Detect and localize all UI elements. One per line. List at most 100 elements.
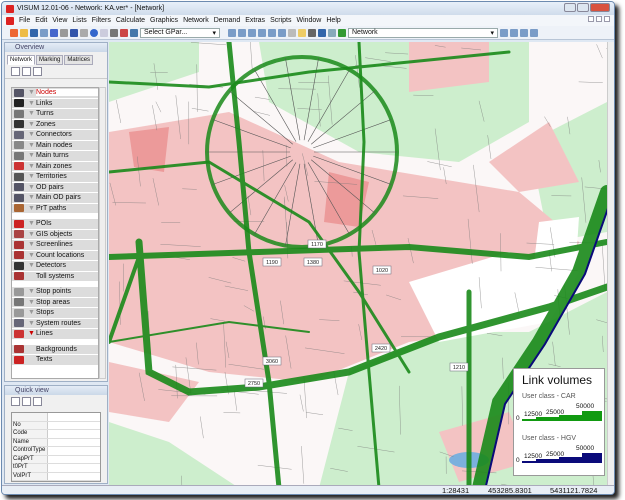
filter-icon[interactable]: ▼ — [28, 163, 36, 170]
link-volume-label[interactable]: 1190 — [262, 257, 282, 267]
list-item-texts[interactable]: Texts — [12, 355, 98, 366]
filter-icon[interactable]: ▼ — [28, 231, 36, 238]
layer-icon[interactable] — [328, 28, 336, 37]
list-item-stop-areas[interactable]: ▼ Stop areas — [12, 297, 98, 308]
list-item-count-locations[interactable]: ▼ Count locations — [12, 250, 98, 261]
filter-icon[interactable]: ▼ — [28, 121, 36, 128]
link-volume-label[interactable]: 1210 — [449, 362, 469, 372]
filter-icon[interactable]: ▼ — [28, 194, 36, 201]
link-volume-label[interactable]: 3060 — [262, 356, 282, 366]
list-item-toll-systems[interactable]: Toll systems — [12, 271, 98, 282]
tab-matrices[interactable]: Matrices — [64, 55, 94, 65]
menu-help[interactable]: Help — [326, 17, 340, 24]
window-cascade-icon[interactable] — [530, 28, 538, 37]
list-item-turns[interactable]: ▼ Turns — [12, 109, 98, 120]
list-item-main-od-pairs[interactable]: ▼ Main OD pairs — [12, 193, 98, 204]
select-icon[interactable] — [11, 67, 20, 76]
link-volume-label[interactable]: 1020 — [372, 265, 392, 275]
mdi-close-button[interactable] — [604, 16, 610, 22]
window-horizontal-icon[interactable] — [510, 28, 518, 37]
menu-demand[interactable]: Demand — [214, 17, 240, 24]
list-item-main-turns[interactable]: ▼ Main turns — [12, 151, 98, 162]
filter-icon[interactable]: ▼ — [28, 241, 36, 248]
filter-icon[interactable]: ▼ — [28, 173, 36, 180]
close-button[interactable] — [590, 3, 610, 12]
tab-marking[interactable]: Marking — [36, 55, 64, 65]
filter-icon[interactable]: ▼ — [28, 142, 36, 149]
menu-network[interactable]: Network — [183, 17, 209, 24]
link-volume-label[interactable]: 1380 — [303, 257, 323, 267]
window-tile-icon[interactable] — [500, 28, 508, 37]
filter-icon[interactable]: ▼ — [28, 320, 36, 327]
link-volume-label[interactable]: 1170 — [307, 239, 327, 249]
list-item-main-zones[interactable]: ▼ Main zones — [12, 161, 98, 172]
list-item-system-routes[interactable]: ▼ System routes — [12, 318, 98, 329]
save-icon[interactable] — [30, 28, 38, 37]
list-item-pois[interactable]: ▼ POIs — [12, 219, 98, 230]
list-item-gis-objects[interactable]: ▼ GIS objects — [12, 229, 98, 240]
list-item-main-nodes[interactable]: ▼ Main nodes — [12, 140, 98, 151]
quick-view-select-icon[interactable] — [11, 397, 20, 406]
list-item-links[interactable]: ▼ Links — [12, 98, 98, 109]
list-item-od-pairs[interactable]: ▼ OD pairs — [12, 182, 98, 193]
list-item-stop-points[interactable]: ▼ Stop points — [12, 287, 98, 298]
menu-calculate[interactable]: Calculate — [116, 17, 145, 24]
filter-icon[interactable]: ▼ — [28, 299, 36, 306]
list-icon[interactable] — [100, 28, 108, 37]
link-volume-label[interactable]: 2750 — [244, 378, 264, 388]
filter-icon[interactable]: ▼ — [28, 309, 36, 316]
link-volume-label[interactable]: 2420 — [371, 343, 391, 353]
list-item-connectors[interactable]: ▼ Connectors — [12, 130, 98, 141]
filter-icon[interactable]: ▼ — [28, 100, 36, 107]
minimize-button[interactable] — [564, 3, 576, 12]
zoom-in-icon[interactable] — [228, 28, 236, 37]
graphic-params-select[interactable]: Select GPar... ▾ — [140, 27, 220, 38]
menu-file[interactable]: File — [19, 17, 30, 24]
menu-graphics[interactable]: Graphics — [150, 17, 178, 24]
menu-view[interactable]: View — [52, 17, 67, 24]
spatial-select-icon[interactable] — [33, 67, 42, 76]
pan-left-icon[interactable] — [248, 28, 256, 37]
find-icon[interactable] — [70, 28, 78, 37]
mdi-restore-button[interactable] — [596, 16, 602, 22]
copy-icon[interactable] — [22, 397, 31, 406]
edit-icon[interactable] — [298, 28, 306, 37]
window-vertical-icon[interactable] — [520, 28, 528, 37]
filter-icon[interactable]: ▼ — [28, 89, 36, 96]
graphic-params-icon[interactable] — [130, 28, 138, 37]
paste-icon[interactable] — [33, 397, 42, 406]
layer-select[interactable]: Network ▾ — [348, 27, 498, 38]
list-item-detectors[interactable]: ▼ Detectors — [12, 261, 98, 272]
save-as-icon[interactable] — [40, 28, 48, 37]
filter-icon[interactable]: ▼ — [28, 288, 36, 295]
filter-icon[interactable]: ▼ — [28, 110, 36, 117]
list-item-territories[interactable]: ▼ Territories — [12, 172, 98, 183]
list-item-nodes[interactable]: ▼ Nodes — [12, 88, 98, 99]
filter-icon[interactable]: ▼ — [28, 220, 36, 227]
filter-icon[interactable]: ▼ — [28, 262, 36, 269]
download-icon[interactable] — [318, 28, 326, 37]
undo-icon[interactable] — [50, 28, 58, 37]
filter-icon[interactable]: ▼ — [28, 152, 36, 159]
zoom-extent-icon[interactable] — [278, 28, 286, 37]
tab-network[interactable]: Network — [7, 55, 36, 65]
maximize-button[interactable] — [577, 3, 589, 12]
pan-icon[interactable] — [268, 28, 276, 37]
filter-icon[interactable]: ▼ — [28, 131, 36, 138]
map-scrollbar[interactable] — [607, 42, 614, 485]
grid-icon[interactable] — [110, 28, 118, 37]
mdi-minimize-button[interactable] — [588, 16, 594, 22]
filter-icon[interactable]: ▼ — [28, 184, 36, 191]
pointer-icon[interactable] — [22, 67, 31, 76]
app-menu-icon[interactable] — [6, 16, 14, 25]
overview-scrollbar[interactable] — [99, 87, 106, 379]
menu-window[interactable]: Window — [296, 17, 321, 24]
redo-icon[interactable] — [60, 28, 68, 37]
hand-icon[interactable] — [288, 28, 296, 37]
filter-icon[interactable]: ▼ — [28, 205, 36, 212]
filter-icon[interactable]: ▼ — [28, 252, 36, 259]
list-item-stops[interactable]: ▼ Stops — [12, 308, 98, 319]
print-icon[interactable] — [80, 28, 88, 37]
pan-right-icon[interactable] — [258, 28, 266, 37]
menu-filters[interactable]: Filters — [92, 17, 111, 24]
